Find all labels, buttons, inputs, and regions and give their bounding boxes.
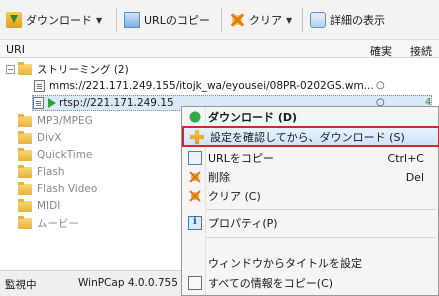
folder-icon (18, 164, 32, 178)
menu-item-label: 設定を確認してから、ダウンロード (S) (210, 130, 405, 144)
tree-item-label: ストリーミング (2) (37, 63, 129, 76)
url-copy-button-label: URLのコピー (144, 14, 210, 27)
folder-icon (18, 181, 32, 195)
tree-item-label: QuickTime (37, 149, 93, 161)
menu-item-label: すべての情報をコピー(C) (208, 277, 334, 290)
monitor-status: 監視中 (5, 279, 37, 291)
chevron-down-icon[interactable]: ▼ (286, 16, 292, 25)
tree-item-label: Flash (37, 166, 65, 178)
show-details-label: 詳細の表示 (330, 14, 385, 27)
tree-folder-divx[interactable]: DivX (18, 130, 61, 146)
column-header: URI 確実 接続 (0, 40, 439, 58)
delete-icon (188, 170, 202, 184)
folder-icon (18, 61, 32, 75)
tree-folder-mp3[interactable]: MP3/MPEG (18, 113, 93, 129)
file-icon (33, 97, 44, 109)
context-menu: ダウンロード (D) 設定を確認してから、ダウンロード (S) URLをコピー … (181, 106, 439, 296)
download-icon (6, 12, 22, 28)
toolbar-divider (302, 8, 303, 32)
toolbar: ダウンロード ▼ URLのコピー クリア ▼ 詳細の表示 (0, 0, 439, 40)
play-icon (48, 98, 56, 108)
url-copy-icon (124, 12, 140, 28)
certain-status: ○ (376, 80, 385, 91)
menu-item-clear[interactable]: クリア (C) (182, 187, 439, 205)
toolbar-divider (116, 8, 117, 32)
download-dropdown-button[interactable]: ダウンロード ▼ (6, 8, 102, 32)
chevron-down-icon[interactable]: ▼ (96, 16, 102, 25)
folder-icon (18, 113, 32, 127)
menu-item-label: URLをコピー (208, 152, 274, 165)
menu-item-label: プロパティ(P) (208, 217, 278, 230)
show-details-button[interactable]: 詳細の表示 (310, 8, 385, 32)
menu-item-label: ダウンロード (D) (208, 111, 298, 124)
menu-divider (206, 209, 436, 210)
url-copy-button[interactable]: URLのコピー (124, 8, 210, 32)
clear-icon (188, 189, 202, 203)
menu-item-label: ウィンドウからタイトルを設定 (208, 257, 362, 270)
tree-item-label: Flash Video (37, 183, 98, 195)
download-button-label: ダウンロード (26, 14, 92, 27)
clear-dropdown-button[interactable]: クリア ▼ (229, 8, 292, 32)
file-icon (34, 80, 45, 92)
menu-item-copy-all[interactable]: すべての情報をコピー(C) (182, 274, 439, 292)
menu-item-download[interactable]: ダウンロード (D) (182, 108, 439, 126)
tree-item-mms[interactable]: mms://221.171.249.155/itojk_wa/eyousei/0… (34, 78, 374, 94)
clear-button-label: クリア (249, 14, 282, 27)
tree-folder-midi[interactable]: MIDI (18, 198, 60, 214)
folder-icon (18, 130, 32, 144)
column-uri[interactable]: URI (6, 43, 25, 56)
shortcut-label: Ctrl+C (387, 151, 424, 165)
folder-icon (18, 198, 32, 212)
plus-icon (190, 130, 204, 144)
tree-item-label: ムービー (37, 217, 79, 230)
tree-item-streaming[interactable]: − ストリーミング (2) (6, 61, 129, 77)
folder-icon (18, 215, 32, 229)
column-connect[interactable]: 接続 (410, 43, 432, 59)
toolbar-divider (221, 8, 222, 32)
menu-item-properties[interactable]: プロパティ(P) (182, 214, 439, 232)
shortcut-label: Del (405, 170, 424, 184)
copy-all-icon (188, 276, 202, 290)
tree-item-label: MIDI (37, 200, 61, 212)
pcap-version: WinPCap 4.0.0.755 (78, 277, 178, 289)
menu-item-set-title[interactable]: ウィンドウからタイトルを設定 (182, 254, 439, 272)
menu-item-url-copy[interactable]: URLをコピー Ctrl+C (182, 149, 439, 167)
clear-icon (229, 12, 245, 28)
download-icon (188, 110, 202, 124)
column-certain[interactable]: 確実 (370, 43, 392, 59)
details-icon (310, 12, 326, 28)
info-icon (188, 216, 202, 230)
tree-item-label: MP3/MPEG (37, 115, 93, 127)
menu-item-delete[interactable]: 削除 Del (182, 168, 439, 186)
folder-icon (18, 147, 32, 161)
menu-item-label: クリア (C) (208, 190, 261, 203)
collapse-icon[interactable]: − (6, 64, 15, 74)
copy-icon (188, 151, 202, 165)
tree-item-label: DivX (37, 132, 62, 144)
tree-item-label: mms://221.171.249.155/itojk_wa/eyousei/0… (49, 80, 374, 92)
menu-item-confirm-download[interactable]: 設定を確認してから、ダウンロード (S) (182, 126, 439, 147)
tree-item-label: rtsp://221.171.249.15 (59, 97, 174, 109)
tree-folder-flash-video[interactable]: Flash Video (18, 181, 97, 197)
tree-folder-movie[interactable]: ムービー (18, 215, 79, 231)
tree-folder-quicktime[interactable]: QuickTime (18, 147, 92, 163)
tree-folder-flash[interactable]: Flash (18, 164, 65, 180)
menu-item-label: 削除 (208, 171, 230, 184)
menu-divider (206, 237, 436, 238)
